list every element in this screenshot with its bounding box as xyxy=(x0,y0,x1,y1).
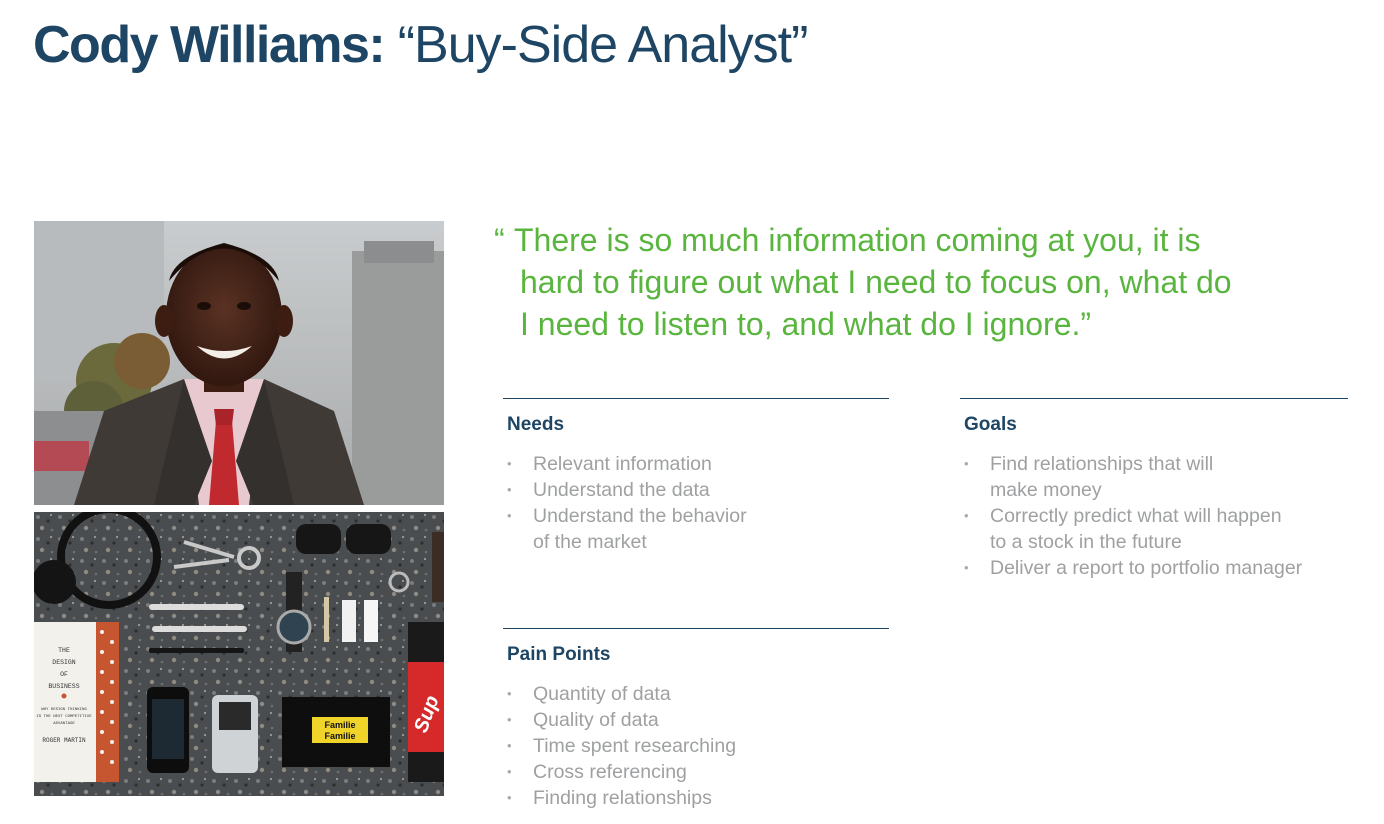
list-item-text: Cross referencing xyxy=(533,761,687,783)
section-divider xyxy=(503,628,889,629)
book-subtitle-line: IS THE NEXT COMPETITIVE xyxy=(36,715,92,719)
quote-line-text: There is so much information coming at y… xyxy=(514,222,1201,258)
book-subtitle-line: WHY DESIGN THINKING xyxy=(41,708,87,712)
needs-section: Needs • Relevant information • Understand … xyxy=(503,398,889,555)
persona-quote: “There is so much information coming at … xyxy=(494,219,1354,345)
goals-heading: Goals xyxy=(964,414,1017,435)
list-item: • Quantity of data xyxy=(503,681,889,707)
list-item-text: Relevant information xyxy=(533,453,712,475)
list-item: • Correctly predict what will happen to a … xyxy=(960,503,1348,555)
list-item: • Quality of data xyxy=(503,707,889,733)
list-item: • Cross referencing xyxy=(503,759,889,785)
list-item-text: Deliver a report to portfolio manager xyxy=(990,557,1303,579)
notebook-label-line: Familie xyxy=(324,720,355,730)
list-item-text: Time spent researching xyxy=(533,735,737,757)
list-item-text: Correctly predict what will happen xyxy=(990,505,1282,527)
pain-points-list: • Quantity of data • Quality of data • Time… xyxy=(503,681,889,811)
bullet-icon: • xyxy=(507,686,512,701)
book-author: ROGER MARTIN xyxy=(42,737,86,744)
bullet-icon: • xyxy=(964,560,969,575)
list-item-text: Quantity of data xyxy=(533,683,671,705)
section-divider xyxy=(960,398,1348,399)
list-item-text: to a stock in the future xyxy=(990,531,1182,553)
bullet-icon: • xyxy=(507,482,512,497)
bullet-icon: • xyxy=(507,764,512,779)
list-item: • Understand the behavior of the market xyxy=(503,503,889,555)
section-divider xyxy=(503,398,889,399)
quote-line: I need to listen to, and what do I ignor… xyxy=(520,306,1092,342)
list-item-text: Finding relationships xyxy=(533,787,712,809)
needs-heading: Needs xyxy=(507,414,565,435)
list-item: • Deliver a report to portfolio manager xyxy=(960,555,1348,581)
bullet-icon: • xyxy=(964,508,969,523)
page-title: Cody Williams: “Buy-Side Analyst” xyxy=(33,10,809,80)
bullet-icon: • xyxy=(507,790,512,805)
goals-list: • Find relationships that will make money … xyxy=(960,451,1348,581)
list-item: • Time spent researching xyxy=(503,733,889,759)
belongings-flatlay-photo: THE DESIGN OF BUSINESS WHY DESIGN THINKI… xyxy=(34,512,444,796)
quote-line: “There is so much information coming at … xyxy=(494,219,1354,261)
persona-role: “Buy-Side Analyst” xyxy=(397,16,809,74)
goals-section: Goals • Find relationships that will make … xyxy=(960,398,1348,581)
book-subtitle-line: ADVANTAGE xyxy=(53,722,75,726)
quote-line: hard to figure out what I need to focus … xyxy=(520,264,1232,300)
bullet-icon: • xyxy=(507,712,512,727)
bullet-icon: • xyxy=(964,456,969,471)
bullet-icon: • xyxy=(507,738,512,753)
pain-points-section: Pain Points • Quantity of data • Quality o… xyxy=(503,628,889,811)
pain-points-heading: Pain Points xyxy=(507,644,611,665)
bullet-icon: • xyxy=(507,456,512,471)
list-item-text: Understand the behavior xyxy=(533,505,747,527)
notebook-label-line: Familie xyxy=(324,731,355,741)
list-item: • Find relationships that will make money xyxy=(960,451,1348,503)
list-item: • Understand the data xyxy=(503,477,889,503)
list-item-text: make money xyxy=(990,479,1102,501)
list-item: • Relevant information xyxy=(503,451,889,477)
persona-name: Cody Williams: xyxy=(33,16,386,74)
list-item-text: Understand the data xyxy=(533,479,710,501)
list-item-text: of the market xyxy=(533,531,647,553)
persona-portrait-photo xyxy=(34,221,444,505)
list-item-text: Find relationships that will xyxy=(990,453,1214,475)
book-title-line: OF xyxy=(60,671,68,678)
book-title-line: BUSINESS xyxy=(48,683,79,690)
book-title-line: THE xyxy=(58,647,70,654)
list-item: • Finding relationships xyxy=(503,785,889,811)
bullet-icon: • xyxy=(507,508,512,523)
book-title-line: DESIGN xyxy=(52,659,76,666)
needs-list: • Relevant information • Understand the da… xyxy=(503,451,889,555)
quote-open-mark: “ xyxy=(494,222,505,258)
list-item-text: Quality of data xyxy=(533,709,659,731)
